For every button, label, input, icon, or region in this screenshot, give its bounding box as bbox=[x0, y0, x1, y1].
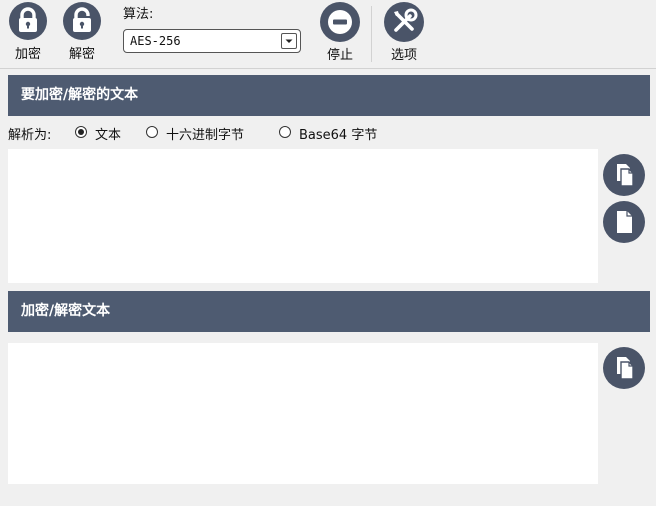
copy-icon[interactable] bbox=[603, 154, 645, 196]
algorithm-label: 算法: bbox=[123, 7, 154, 22]
radio-base64[interactable] bbox=[279, 126, 291, 138]
encrypt-label: 加密 bbox=[14, 47, 41, 62]
tools-icon bbox=[384, 2, 424, 42]
parse-as-label: 解析为: bbox=[8, 128, 52, 143]
options-label: 选项 bbox=[390, 48, 417, 63]
output-textarea[interactable] bbox=[8, 343, 598, 484]
radio-text[interactable] bbox=[75, 126, 87, 138]
copy-icon[interactable] bbox=[603, 347, 645, 389]
paste-icon[interactable] bbox=[603, 201, 645, 243]
algorithm-value: AES-256 bbox=[130, 34, 181, 48]
output-section-header: 加密/解密文本 bbox=[8, 291, 650, 332]
decrypt-label: 解密 bbox=[68, 47, 95, 62]
input-section-header: 要加密/解密的文本 bbox=[8, 75, 650, 116]
stop-label: 停止 bbox=[326, 48, 353, 63]
radio-base64-label[interactable]: Base64 字节 bbox=[299, 124, 377, 143]
unlock-icon bbox=[63, 2, 101, 40]
chevron-down-icon[interactable] bbox=[281, 33, 297, 49]
toolbar-separator bbox=[371, 6, 372, 62]
radio-hex-label[interactable]: 十六进制字节 bbox=[166, 124, 244, 143]
toolbar-bottom-border bbox=[0, 68, 656, 69]
stop-icon bbox=[320, 2, 360, 42]
algorithm-select[interactable]: AES-256 bbox=[123, 29, 301, 53]
radio-hex[interactable] bbox=[146, 126, 158, 138]
lock-icon bbox=[9, 2, 47, 40]
radio-text-label[interactable]: 文本 bbox=[95, 124, 121, 143]
input-textarea[interactable] bbox=[8, 149, 598, 283]
